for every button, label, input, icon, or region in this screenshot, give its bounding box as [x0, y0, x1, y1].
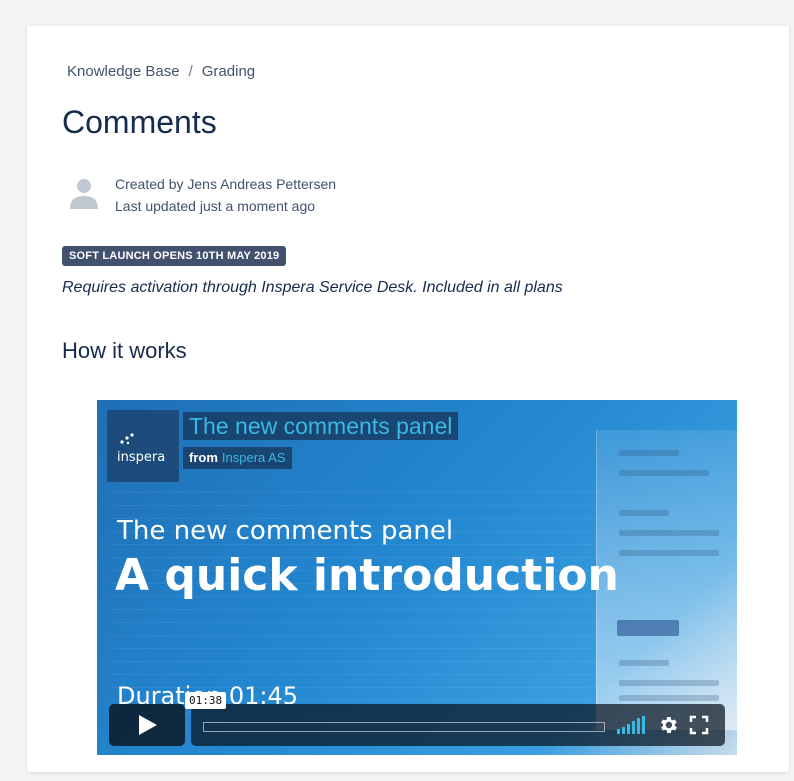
background-text-line [109, 649, 599, 662]
video-big-headline: A quick introduction [115, 550, 619, 601]
video-author-link[interactable]: Inspera AS [222, 450, 286, 465]
inspera-logo[interactable]: inspera [107, 410, 179, 482]
breadcrumb: Knowledge Base / Grading [67, 63, 255, 80]
section-heading: How it works [62, 338, 187, 363]
control-bar [191, 704, 725, 746]
fullscreen-icon[interactable] [689, 715, 709, 735]
video-title-link[interactable]: The new comments panel [183, 412, 459, 440]
background-text-line [109, 480, 599, 493]
activation-note: Requires activation through Inspera Serv… [62, 279, 563, 296]
page-title: Comments [62, 104, 217, 140]
author-link[interactable]: Jens Andreas Pettersen [187, 176, 336, 192]
last-updated: Last updated just a moment ago [115, 198, 316, 214]
background-text-line [109, 610, 599, 623]
time-tooltip: 01:38 [185, 692, 227, 709]
gear-icon[interactable] [657, 714, 679, 736]
breadcrumb-grading[interactable]: Grading [202, 63, 255, 80]
volume-icon[interactable] [617, 716, 647, 734]
video-controls: 01:38 [109, 692, 725, 746]
background-text-line [109, 493, 599, 506]
play-button[interactable] [109, 704, 185, 746]
logo-dots-icon [120, 433, 134, 445]
background-text-line [109, 636, 599, 649]
video-from: from Inspera AS [183, 447, 292, 469]
breadcrumb-knowledge-base[interactable]: Knowledge Base [67, 63, 180, 80]
video-player[interactable]: inspera The new comments panel from Inspe… [97, 400, 737, 755]
created-by-line: Created by Jens Andreas Pettersen [115, 173, 515, 195]
logo-text: inspera [117, 450, 166, 465]
byline-text: Created by Jens Andreas Pettersen Last u… [115, 173, 515, 217]
breadcrumb-separator: / [188, 63, 193, 80]
created-by-label: Created by [115, 176, 184, 192]
progress-bar[interactable] [203, 722, 605, 732]
background-text-line [109, 662, 599, 675]
video-from-label: from [189, 450, 218, 465]
background-text-line [109, 623, 599, 636]
avatar[interactable] [67, 175, 101, 211]
video-headline: The new comments panel [117, 516, 454, 546]
status-badge: SOFT LAUNCH OPENS 10TH MAY 2019 [62, 246, 287, 266]
page-card: Knowledge Base / Grading Comments Created … [27, 26, 789, 772]
play-icon [139, 715, 157, 735]
